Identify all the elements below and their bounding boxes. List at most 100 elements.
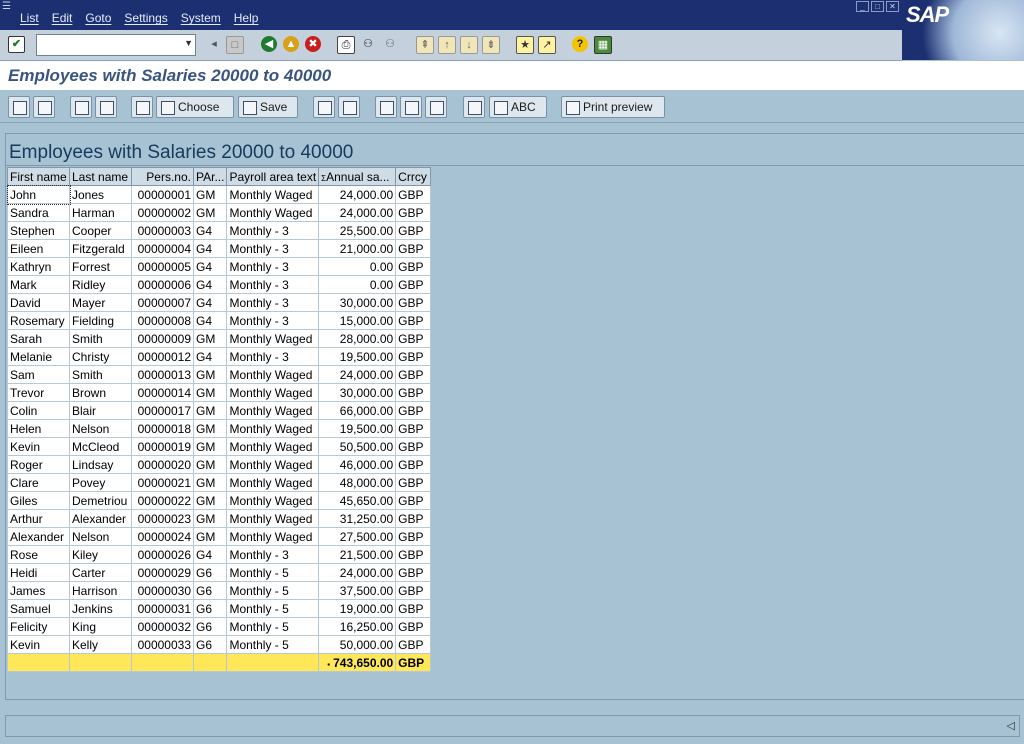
cell-payroll-area[interactable]: GM [192,383,228,402]
cell-first-name[interactable]: Giles [7,491,70,510]
cell-pers-no[interactable]: 00000020 [131,455,194,474]
cell-last-name[interactable]: Fitzgerald [69,239,132,258]
back-icon[interactable]: ◀ [261,36,277,52]
cell-pers-no[interactable]: 00000017 [131,401,194,420]
cell-currency[interactable]: GBP [395,383,432,402]
cell-last-name[interactable]: Kiley [69,545,132,564]
cell-annual-salary[interactable]: 30,000.00 [318,293,397,312]
filter-button[interactable] [33,96,55,118]
command-field[interactable]: ▼ [36,34,196,56]
table-row[interactable]: Samuel Jenkins 00000031 G6 Monthly - 5 19,000… [7,599,432,618]
cell-pers-no[interactable]: 00000029 [131,563,194,582]
cell-first-name[interactable]: Felicity [7,617,70,636]
column-header-payroll-area[interactable]: PAr... [192,167,228,186]
exit-icon[interactable]: ▲ [283,36,299,52]
cell-currency[interactable]: GBP [395,635,432,654]
cell-annual-salary[interactable]: 15,000.00 [318,311,397,330]
cell-payroll-area[interactable]: GM [192,203,228,222]
cell-payroll-area-text[interactable]: Monthly - 5 [226,635,320,654]
cell-pers-no[interactable]: 00000030 [131,581,194,600]
cell-payroll-area-text[interactable]: Monthly Waged [226,509,320,528]
cell-payroll-area-text[interactable]: Monthly - 5 [226,599,320,618]
cell-payroll-area-text[interactable]: Monthly - 3 [226,239,320,258]
last-page-icon[interactable]: ⇟ [482,36,500,54]
cell-annual-salary[interactable]: 31,250.00 [318,509,397,528]
cell-first-name[interactable]: Heidi [7,563,70,582]
cell-currency[interactable]: GBP [395,491,432,510]
cell-payroll-area-text[interactable]: Monthly Waged [226,527,320,546]
cell-payroll-area-text[interactable]: Monthly Waged [226,437,320,456]
cell-pers-no[interactable]: 00000024 [131,527,194,546]
cell-first-name[interactable]: Sandra [7,203,70,222]
cell-payroll-area[interactable]: GM [192,509,228,528]
cell-payroll-area[interactable]: G4 [192,545,228,564]
cell-payroll-area-text[interactable]: Monthly - 3 [226,347,320,366]
cell-first-name[interactable]: Roger [7,455,70,474]
cell-currency[interactable]: GBP [395,221,432,240]
restore-icon[interactable]: □ [871,1,884,12]
table-row[interactable]: Giles Demetriou 00000022 GM Monthly Waged 45,… [7,491,432,510]
column-header-pers-no[interactable]: Pers.no. [131,167,194,186]
sort-ascending-button[interactable] [70,96,92,118]
cell-annual-salary[interactable]: 28,000.00 [318,329,397,348]
cell-payroll-area[interactable]: GM [192,419,228,438]
details-button[interactable] [8,96,30,118]
table-row[interactable]: Rosemary Fielding 00000008 G4 Monthly - 3 15,… [7,311,432,330]
subtotal-button[interactable] [338,96,360,118]
menu-system[interactable]: System [181,11,221,25]
cell-last-name[interactable]: Demetriou [69,491,132,510]
close-icon[interactable]: ✕ [886,1,899,12]
cell-first-name[interactable]: Sarah [7,329,70,348]
menu-goto[interactable]: Goto [85,11,111,25]
cell-payroll-area-text[interactable]: Monthly - 3 [226,257,320,276]
spreadsheet-button[interactable] [463,96,485,118]
cell-last-name[interactable]: Jones [69,185,132,204]
table-row[interactable]: James Harrison 00000030 G6 Monthly - 5 37,500… [7,581,432,600]
menu-settings[interactable]: Settings [124,11,167,25]
cell-currency[interactable]: GBP [395,527,432,546]
column-header-payroll-area-text[interactable]: Payroll area text [226,167,320,186]
print-icon[interactable]: ⎙ [337,36,355,54]
cell-currency[interactable]: GBP [395,365,432,384]
menu-edit[interactable]: Edit [52,11,73,25]
cell-last-name[interactable]: Nelson [69,527,132,546]
total-annual-salary[interactable]: ▪ 743,650.00 [318,653,397,672]
cell-annual-salary[interactable]: 0.00 [318,257,397,276]
cell-payroll-area-text[interactable]: Monthly Waged [226,419,320,438]
cell-payroll-area[interactable]: GM [192,491,228,510]
cell-payroll-area[interactable]: G4 [192,347,228,366]
cell-first-name[interactable]: Rosemary [7,311,70,330]
cell-first-name[interactable]: Arthur [7,509,70,528]
table-row[interactable]: Colin Blair 00000017 GM Monthly Waged 66,000.… [7,401,432,420]
find-next-icon[interactable]: ⚇ [382,36,398,52]
cell-pers-no[interactable]: 00000023 [131,509,194,528]
cell-currency[interactable]: GBP [395,185,432,204]
cell-annual-salary[interactable]: 19,500.00 [318,419,397,438]
cell-last-name[interactable]: Harrison [69,581,132,600]
find-icon[interactable]: ⚇ [360,36,376,52]
cell-currency[interactable]: GBP [395,329,432,348]
cell-pers-no[interactable]: 00000026 [131,545,194,564]
choose-icon-button[interactable] [131,96,153,118]
cell-pers-no[interactable]: 00000019 [131,437,194,456]
cell-annual-salary[interactable]: 24,000.00 [318,563,397,582]
command-dropdown-icon[interactable]: ▼ [184,38,193,48]
cell-first-name[interactable]: Mark [7,275,70,294]
cell-payroll-area-text[interactable]: Monthly Waged [226,383,320,402]
cell-annual-salary[interactable]: 24,000.00 [318,365,397,384]
cell-pers-no[interactable]: 00000002 [131,203,194,222]
cell-payroll-area-text[interactable]: Monthly Waged [226,401,320,420]
cell-last-name[interactable]: Lindsay [69,455,132,474]
menu-help[interactable]: Help [234,11,259,25]
cell-pers-no[interactable]: 00000021 [131,473,194,492]
cell-annual-salary[interactable]: 25,500.00 [318,221,397,240]
cell-annual-salary[interactable]: 21,000.00 [318,239,397,258]
cell-annual-salary[interactable]: 37,500.00 [318,581,397,600]
cell-first-name[interactable]: Colin [7,401,70,420]
cell-payroll-area[interactable]: GM [192,473,228,492]
cell-currency[interactable]: GBP [395,419,432,438]
cell-annual-salary[interactable]: 46,000.00 [318,455,397,474]
cell-first-name[interactable]: Helen [7,419,70,438]
cell-payroll-area[interactable]: G4 [192,239,228,258]
cell-payroll-area[interactable]: G6 [192,581,228,600]
